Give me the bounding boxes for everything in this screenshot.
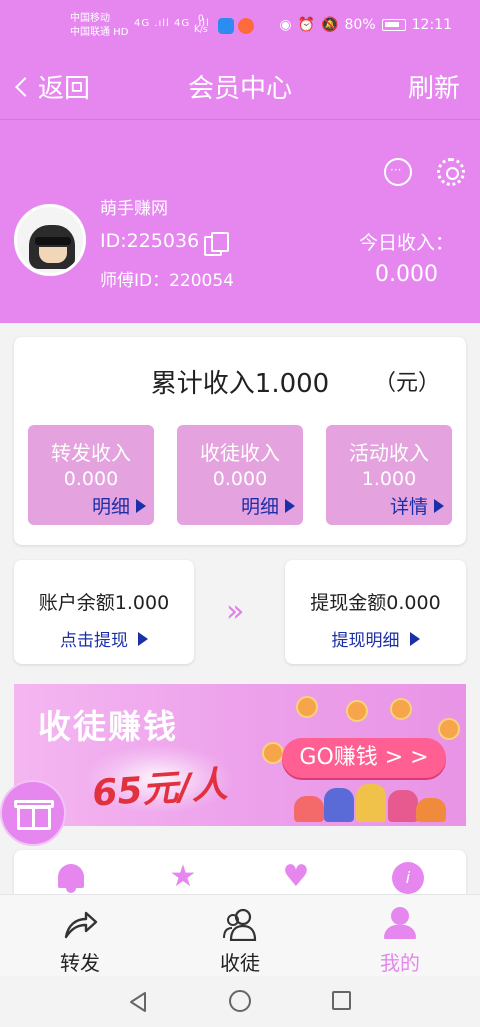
withdraw-amount-card: 提现金额0.000 提现明细 <box>285 560 466 664</box>
gift-icon <box>17 806 51 830</box>
today-income-label: 今日收入： <box>358 232 454 254</box>
withdraw-label: 点击提现 <box>60 631 128 651</box>
tab-apprentice[interactable]: 收徒 <box>160 895 320 977</box>
stat-activity-income: 活动收入 1.000 详情 <box>326 425 452 525</box>
person-icon <box>382 907 418 941</box>
app-notification-icon <box>218 18 234 34</box>
go-earn-button[interactable]: GO赚钱 > > <box>282 738 446 778</box>
tab-mine[interactable]: 我的 <box>320 895 480 977</box>
tab-label: 收徒 <box>220 951 260 975</box>
nav-bar: 返回 会员中心 刷新 <box>0 56 480 120</box>
status-right: ◉ ⏰ 🔕 80% 12:11 <box>279 17 452 33</box>
clock: 12:11 <box>411 17 452 33</box>
gear-icon[interactable] <box>437 158 465 186</box>
link-label: 明细 <box>240 496 279 518</box>
withdraw-detail-label: 提现明细 <box>331 631 400 651</box>
withdraw-button[interactable]: 点击提现 <box>14 626 194 651</box>
alarm-icon: ⏰ <box>297 17 316 33</box>
banner-amount: 65元/人 <box>90 764 229 815</box>
apprentice-detail-link[interactable]: 明细 <box>241 492 295 519</box>
gift-float-button[interactable] <box>0 780 66 846</box>
triangle-right-icon <box>434 498 444 513</box>
stat-value: 0.000 <box>63 468 119 490</box>
carrier-info: 中国移动 中国联通 HD <box>70 12 128 40</box>
stat-forward-income: 转发收入 0.000 明细 <box>28 425 154 525</box>
back-triangle-icon[interactable] <box>128 991 148 1013</box>
tab-bar: 转发 收徒 我的 <box>0 894 480 976</box>
avatar[interactable] <box>14 204 86 276</box>
account-balance-card: 账户余额1.000 点击提现 <box>14 560 194 664</box>
triangle-right-icon <box>136 498 146 513</box>
coin-icon <box>262 742 284 764</box>
income-summary-card: 累计收入1.000 （元） 转发收入 0.000 明细 收徒收入 0.000 明… <box>14 337 466 545</box>
people-icon <box>222 907 258 942</box>
currency-unit: （元） <box>373 371 440 396</box>
network-speed-unit: K/s <box>194 25 208 35</box>
stat-label: 活动收入 <box>349 441 429 465</box>
mute-icon: 🔕 <box>321 17 339 33</box>
heart-icon[interactable]: ♥ <box>279 860 313 894</box>
network-speed-value: 0 <box>197 14 204 24</box>
tab-label: 我的 <box>380 951 420 975</box>
withdraw-amount: 提现金额0.000 <box>310 592 441 614</box>
today-income-value: 0.000 <box>375 262 438 287</box>
banner-title: 收徒赚钱 <box>38 707 178 746</box>
recents-square-icon[interactable] <box>332 991 351 1010</box>
refresh-button[interactable]: 刷新 <box>408 68 460 105</box>
triangle-right-icon <box>409 631 420 646</box>
coin-icon <box>390 698 412 720</box>
tab-forward[interactable]: 转发 <box>0 895 160 977</box>
gift-icon-lid <box>14 800 54 808</box>
stat-value: 1.000 <box>361 468 417 490</box>
system-nav-bar <box>0 976 480 1027</box>
battery-percent: 80% <box>344 17 376 33</box>
star-icon[interactable]: ★ <box>166 860 200 894</box>
tab-label: 转发 <box>60 951 100 975</box>
notification-icons <box>218 18 258 34</box>
withdraw-detail-button[interactable]: 提现明细 <box>285 626 466 651</box>
bell-icon[interactable] <box>54 860 88 894</box>
people-illustration <box>294 782 446 822</box>
network-speed: 0 K/s <box>194 14 208 36</box>
triangle-right-icon <box>285 498 295 513</box>
activity-detail-link[interactable]: 详情 <box>390 492 444 519</box>
carrier-2: 中国联通 HD <box>70 27 129 38</box>
stat-label: 收徒收入 <box>200 441 280 465</box>
link-label: 明细 <box>91 496 130 518</box>
avatar-glasses <box>35 237 71 245</box>
triangle-right-icon <box>138 631 148 646</box>
forward-detail-link[interactable]: 明细 <box>92 492 146 519</box>
avatar-face <box>39 247 67 263</box>
account-balance: 账户余额1.000 <box>38 592 170 614</box>
battery-icon <box>381 19 406 31</box>
app-notification-icon <box>238 18 254 34</box>
home-circle-icon[interactable] <box>229 990 251 1012</box>
copy-icon[interactable] <box>204 232 230 258</box>
stat-value: 0.000 <box>212 468 268 490</box>
profile-header: 萌手赚网 ID:225036 师傅ID：220054 今日收入： 0.000 <box>0 120 480 323</box>
status-bar: 中国移动 中国联通 HD 4G .ıll 4G .ıll 0 K/s ◉ ⏰ 🔕… <box>0 0 480 56</box>
coin-icon <box>346 700 368 722</box>
user-id: ID:225036 <box>100 230 200 252</box>
stat-label: 转发收入 <box>51 441 131 465</box>
link-label: 详情 <box>389 496 428 518</box>
coin-icon <box>296 696 318 718</box>
username: 萌手赚网 <box>100 199 168 219</box>
stat-apprentice-income: 收徒收入 0.000 明细 <box>177 425 303 525</box>
share-icon <box>62 907 98 941</box>
info-icon[interactable]: i <box>392 862 424 894</box>
coin-icon <box>438 718 460 740</box>
recruit-banner[interactable]: 收徒赚钱 65元/人 GO赚钱 > > <box>14 684 466 826</box>
message-icon[interactable] <box>384 158 412 186</box>
eye-icon: ◉ <box>279 17 292 33</box>
double-arrow-icon: » <box>226 594 245 629</box>
carrier-1: 中国移动 <box>70 13 110 24</box>
master-id: 师傅ID：220054 <box>100 271 234 291</box>
